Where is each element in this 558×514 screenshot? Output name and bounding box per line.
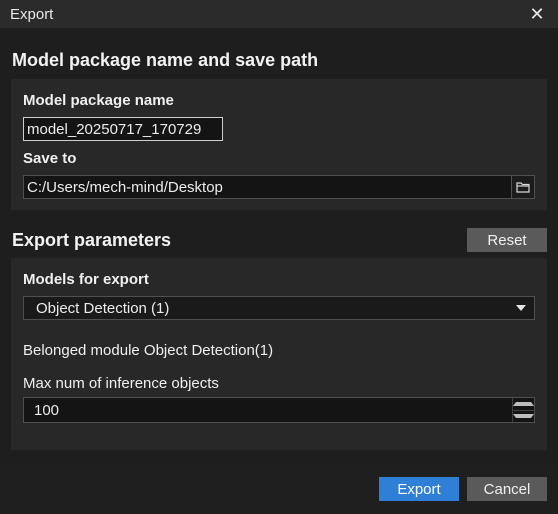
increment-icon[interactable] <box>513 398 534 411</box>
decrement-icon[interactable] <box>513 411 534 423</box>
models-select[interactable]: Object Detection (1) <box>23 296 535 320</box>
save-to-label: Save to <box>23 150 77 167</box>
cancel-button[interactable]: Cancel <box>467 477 547 501</box>
folder-icon-glyph <box>516 182 530 193</box>
chevron-down-icon <box>516 305 526 311</box>
folder-icon[interactable] <box>511 175 535 199</box>
params-section-title: Export parameters <box>12 230 172 250</box>
spin-arrows <box>512 398 534 422</box>
close-icon[interactable]: ✕ <box>526 3 548 25</box>
package-name-label: Model package name <box>23 92 174 109</box>
package-section-title: Model package name and save path <box>12 50 319 70</box>
package-panel: Model package name model_20250717_170729… <box>11 79 547 210</box>
export-button[interactable]: Export <box>379 477 459 501</box>
export-dialog: Export ✕ Model package name and save pat… <box>0 0 558 514</box>
package-name-input[interactable]: model_20250717_170729 <box>23 117 223 141</box>
save-path-input[interactable]: C:/Users/mech-mind/Desktop <box>23 175 535 199</box>
models-export-label: Models for export <box>23 271 149 288</box>
window-title: Export <box>10 5 54 23</box>
max-objects-label: Max num of inference objects <box>23 375 219 392</box>
models-select-value: Object Detection (1) <box>36 299 170 317</box>
belonged-module-text: Belonged module Object Detection(1) <box>23 342 274 359</box>
reset-button[interactable]: Reset <box>467 228 547 252</box>
package-name-value: model_20250717_170729 <box>27 120 202 138</box>
max-objects-spinbox[interactable]: 100 <box>23 397 535 423</box>
max-objects-value: 100 <box>34 401 60 419</box>
title-bar: Export ✕ <box>0 0 558 28</box>
params-panel: Models for export Object Detection (1) B… <box>11 258 547 450</box>
save-path-value: C:/Users/mech-mind/Desktop <box>27 178 223 196</box>
